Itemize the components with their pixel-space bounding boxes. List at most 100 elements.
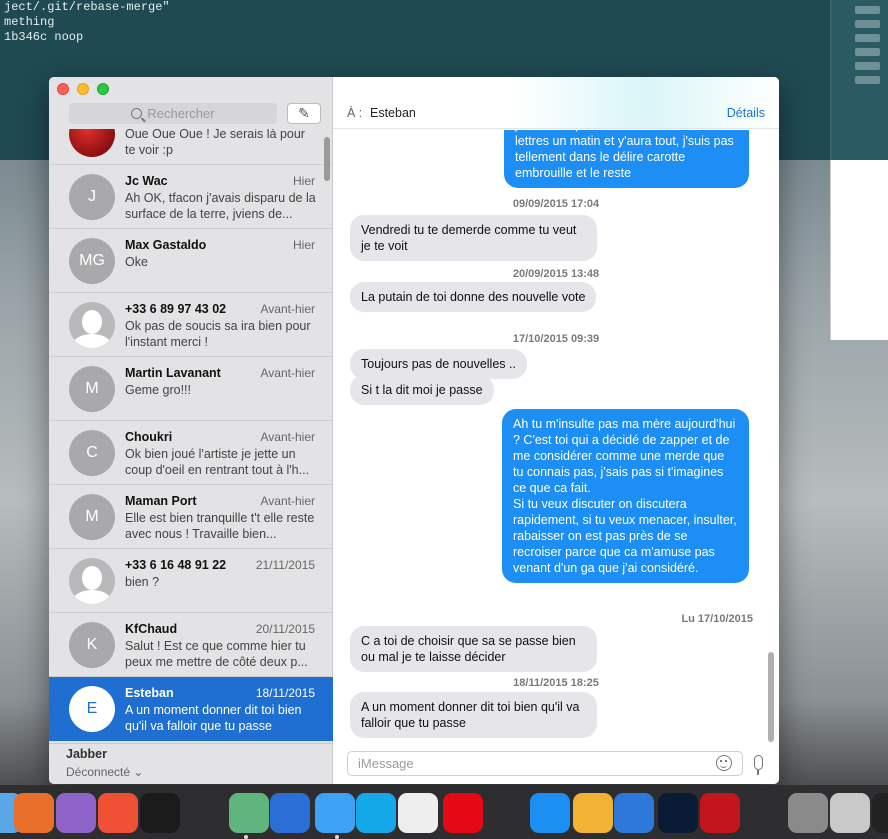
sidebar: Rechercher ✎ Oue Oue Oue ! Je serais là … (49, 77, 333, 784)
thunderbird-icon[interactable] (270, 793, 310, 833)
emoji-icon[interactable] (716, 755, 732, 771)
avatar: K (69, 622, 115, 668)
conversation-date: Avant-hier (260, 302, 315, 316)
to-label: À : (347, 106, 363, 120)
sublime-icon[interactable] (398, 793, 438, 833)
background-panel (830, 0, 888, 160)
close-button[interactable] (57, 83, 69, 95)
search-placeholder: Rechercher (147, 106, 215, 121)
conversation-item[interactable]: C Choukri Avant-hier Ok bien joué l'artiste… (49, 421, 333, 485)
system-preferences-icon[interactable] (788, 793, 828, 833)
conversation-item[interactable]: J Jc Wac Hier Ah OK, tfacon j'avais disparu… (49, 165, 333, 229)
conversation-date: 20/11/2015 (255, 622, 315, 636)
avatar (69, 129, 115, 157)
zoom-button[interactable] (97, 83, 109, 95)
messages-window: Rechercher ✎ Oue Oue Oue ! Je serais là … (49, 77, 779, 784)
incoming-message[interactable]: C a toi de choisir que sa se passe bien … (350, 626, 597, 672)
conversation-preview: Elle est bien tranquille t't elle reste … (125, 511, 315, 541)
app-store-icon[interactable] (530, 793, 570, 833)
photoshop-icon[interactable] (658, 793, 698, 833)
incoming-message[interactable]: La putain de toi donne des nouvelle vote (350, 282, 597, 312)
outgoing-message[interactable]: Ah tu m'insulte pas ma mère aujourd'hui … (502, 409, 749, 583)
chat-area: À : Esteban Détails j'attends à peine t'… (333, 77, 779, 784)
conversation-preview: Ok pas de soucis sa ira bien pour l'inst… (125, 319, 311, 349)
conversation-item[interactable]: +33 6 89 97 43 02 Avant-hier Ok pas de sou… (49, 293, 333, 357)
conversation-name: Jc Wac (125, 174, 168, 188)
timestamp: Lu 17/10/2015 (681, 613, 753, 625)
running-indicator (244, 835, 248, 839)
conversation-name: +33 6 16 48 91 22 (125, 558, 227, 572)
conversation-name: Choukri (125, 430, 173, 444)
messages-icon[interactable] (315, 793, 355, 833)
conversation-preview: A un moment donner dit toi bien qu'il va… (125, 703, 302, 733)
swift-icon[interactable] (98, 793, 138, 833)
minimize-button[interactable] (77, 83, 89, 95)
microphone-icon[interactable] (754, 755, 763, 775)
filezilla-icon[interactable] (700, 793, 740, 833)
details-button[interactable]: Détails (727, 106, 765, 120)
firefox-icon[interactable] (14, 793, 54, 833)
search-input[interactable]: Rechercher (69, 103, 277, 124)
conversation-date: 18/11/2015 (255, 686, 315, 700)
terminal-icon[interactable] (872, 793, 888, 833)
conversation-date: Hier (292, 174, 315, 188)
conversation-item[interactable]: M Maman Port Avant-hier Elle est bien tranq… (49, 485, 333, 549)
search-icon (131, 108, 143, 119)
timestamp: 18/11/2015 18:25 (513, 677, 599, 689)
terminal-line: 1b346c noop (4, 30, 84, 44)
conversation-date: Hier (292, 238, 315, 252)
avatar: J (69, 174, 115, 220)
conversation-name: Esteban (125, 686, 174, 700)
conversation-item[interactable]: MG Max Gastaldo Hier Oke (49, 229, 333, 293)
avatar: M (69, 366, 115, 412)
netflix-icon[interactable] (443, 793, 483, 833)
account-status[interactable]: Déconnecté ⌄ (66, 765, 316, 779)
account-name: Jabber (66, 747, 107, 761)
conversation-date: Avant-hier (260, 430, 315, 444)
compose-button[interactable]: ✎ (287, 103, 321, 124)
window-controls (57, 83, 109, 95)
avatar: M (69, 494, 115, 540)
message-input[interactable]: iMessage (347, 751, 743, 776)
conversation-date: 21/11/2015 (255, 558, 315, 572)
terminal-line: ject/.git/rebase-merge" (4, 0, 170, 14)
trash-icon[interactable] (830, 793, 870, 833)
conversation-item[interactable]: K KfChaud 20/11/2015 Salut ! Est ce que com… (49, 613, 333, 677)
running-indicator (335, 835, 339, 839)
conversation-preview: Ah OK, tfacon j'avais disparu de la surf… (125, 191, 316, 221)
chat-scrollbar[interactable] (768, 652, 774, 742)
conversation-name: KfChaud (125, 622, 178, 636)
conversation-preview: Oke (125, 255, 148, 269)
skype-icon[interactable] (356, 793, 396, 833)
recipient-name[interactable]: Esteban (370, 106, 416, 120)
conversation-name: Max Gastaldo (125, 238, 207, 252)
incoming-message[interactable]: Vendredi tu te demerde comme tu veut je … (350, 215, 597, 261)
xcode-icon[interactable] (614, 793, 654, 833)
avatar: MG (69, 238, 115, 284)
conversation-item[interactable]: +33 6 16 48 91 22 21/11/2015 bien ? (49, 549, 333, 613)
conversation-date: Avant-hier (260, 366, 315, 380)
incoming-message[interactable]: Si t la dit moi je passe (350, 375, 494, 405)
outgoing-message[interactable]: j'attends à peine t'ouvrira ta boite aux… (504, 130, 749, 188)
timestamp: 20/09/2015 13:48 (512, 268, 600, 280)
conversation-item[interactable]: E Esteban 18/11/2015 A un moment donner dit… (49, 677, 333, 741)
avatar: C (69, 430, 115, 476)
conversation-name: +33 6 89 97 43 02 (125, 302, 227, 316)
fox-icon[interactable] (140, 793, 180, 833)
conversation-scrollbar[interactable] (324, 137, 330, 181)
photos-icon[interactable] (573, 793, 613, 833)
atom-icon[interactable] (229, 793, 269, 833)
sidebar-footer: Jabber Déconnecté ⌄ (49, 743, 333, 784)
incoming-message[interactable]: A un moment donner dit toi bien qu'il va… (350, 692, 597, 738)
compose-icon: ✎ (298, 105, 310, 121)
conversation-preview: Geme gro!!! (125, 383, 191, 397)
github-icon[interactable] (56, 793, 96, 833)
timestamp: 09/09/2015 17:04 (512, 198, 600, 210)
conversation-item[interactable]: M Martin Lavanant Avant-hier Geme gro!!! (49, 357, 333, 421)
avatar (69, 558, 115, 604)
conversation-preview: Oue Oue Oue ! Je serais là pour te voir … (125, 129, 305, 157)
conversation-preview: bien ? (125, 575, 160, 589)
terminal-line: mething (4, 15, 55, 29)
conversation-item[interactable]: Oue Oue Oue ! Je serais là pour te voir … (49, 129, 333, 165)
conversation-preview: Salut ! Est ce que comme hier tu peux me… (125, 639, 308, 669)
